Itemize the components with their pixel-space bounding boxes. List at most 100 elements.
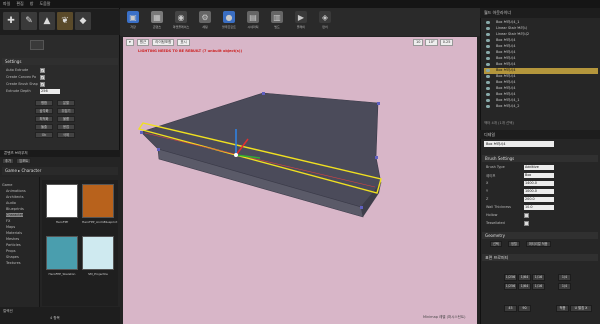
settings-header[interactable]: Settings	[2, 58, 118, 65]
vertex[interactable]	[157, 148, 160, 151]
menu-file[interactable]: 파일	[3, 1, 10, 7]
visibility-icon[interactable]	[486, 57, 490, 60]
delete-button[interactable]: 삭제	[57, 132, 75, 138]
visibility-icon[interactable]	[486, 63, 490, 66]
wall-thickness-input[interactable]: 10.0	[524, 204, 554, 210]
place-mode-icon[interactable]: ✚	[3, 12, 19, 30]
visibility-icon[interactable]	[486, 39, 490, 42]
marketplace-button[interactable]: ◉ 마켓플레이스	[171, 11, 191, 29]
vertex[interactable]	[360, 206, 363, 209]
content-browser-tab[interactable]: 콘텐츠 브라우저	[0, 150, 120, 157]
gizmo-center[interactable]	[234, 153, 238, 157]
apply-material-button[interactable]: 머티리얼 적용	[526, 241, 551, 247]
visibility-icon[interactable]	[486, 69, 490, 72]
tree-item[interactable]: Animations	[6, 189, 26, 193]
tree-item[interactable]: Meshes	[6, 237, 19, 241]
pan-v-cell[interactable]: 1/64	[518, 283, 531, 290]
outliner-row[interactable]: Box 브러시4_2	[484, 104, 598, 110]
tree-item[interactable]: Architects	[6, 195, 24, 199]
asset-tile[interactable]: SM_Projectile	[82, 236, 114, 286]
merge-button[interactable]: 병합	[35, 100, 53, 106]
geometry-mode-icon[interactable]: ◆	[75, 12, 91, 30]
outliner-row[interactable]: Box 브러시4_1	[484, 20, 598, 26]
menu-edit[interactable]: 편집	[16, 1, 23, 7]
outliner-row[interactable]: Box 브러시4	[484, 44, 598, 50]
extrude-depth-input[interactable]: 256	[40, 88, 60, 94]
settings-button[interactable]: ⚙ 세팅	[195, 11, 215, 29]
tree-item[interactable]: Maps	[6, 225, 15, 229]
tree-item[interactable]: Shapes	[6, 255, 19, 259]
weld-button[interactable]: 용접	[57, 124, 75, 130]
tree-item[interactable]: FX	[6, 219, 10, 223]
add-new-button[interactable]: 추가	[2, 158, 15, 164]
build-button[interactable]: ▥ 빌드	[267, 11, 287, 29]
outliner-row[interactable]: Linear Stair 브러시	[484, 26, 598, 32]
visibility-icon[interactable]	[486, 75, 490, 78]
launch-button[interactable]: ◈ 런치	[315, 11, 335, 29]
apply-button[interactable]: 적용	[556, 305, 569, 312]
geometry-tool-icon[interactable]	[30, 40, 44, 50]
extrude-button[interactable]: 돌출	[35, 124, 53, 130]
auto-extrude-checkbox[interactable]: ✓	[40, 67, 45, 73]
outliner-row[interactable]: Box 브러시4	[484, 50, 598, 56]
vertex[interactable]	[140, 131, 143, 134]
x-input[interactable]: 1400.0	[524, 180, 554, 186]
asset-tile[interactable]: HeroFPP_Skeleton	[46, 236, 78, 286]
y-input[interactable]: 1000.0	[524, 188, 554, 194]
asset-tile[interactable]: HeroFPP_AnimBlueprint	[82, 184, 117, 234]
outliner-row[interactable]: Box 브러시4	[484, 38, 598, 44]
outliner-row-selected[interactable]: Box 브러시4	[484, 68, 598, 74]
landscape-mode-icon[interactable]: ▲	[39, 12, 55, 30]
tree-item[interactable]: Audio	[6, 201, 16, 205]
ok-button[interactable]: Ok	[35, 132, 53, 138]
foliage-mode-icon[interactable]: ❦	[57, 12, 73, 30]
visibility-icon[interactable]	[486, 21, 490, 24]
outliner-row[interactable]: Box 브러시4_1	[484, 98, 598, 104]
pan-u-cell[interactable]: 1/64	[518, 274, 531, 281]
pan-v-cell[interactable]: 1/256	[504, 283, 517, 290]
collection-toggle[interactable]: 컬렉션	[3, 309, 13, 314]
brush-type-select[interactable]: Additive	[524, 164, 554, 170]
import-button[interactable]: 임포트	[16, 158, 32, 164]
brush-geometry[interactable]	[123, 37, 477, 324]
pan-u-cell[interactable]: 1/256	[504, 274, 517, 281]
outliner-row[interactable]: Box 브러시4	[484, 86, 598, 92]
tree-item[interactable]: Textures	[6, 261, 21, 265]
pan-u-cell[interactable]: 1/16	[532, 274, 545, 281]
level-viewport[interactable]: ▾ 원근 라이팅포함 표시 10 10° 0.25 LIGHTING NEEDS…	[123, 37, 477, 324]
visibility-icon[interactable]	[486, 45, 490, 48]
vertex[interactable]	[377, 102, 380, 105]
menu-help[interactable]: 도움말	[39, 1, 50, 7]
visibility-icon[interactable]	[486, 93, 490, 96]
select-button[interactable]: 선택	[490, 241, 502, 247]
flip-button[interactable]: 뒤집기	[57, 108, 75, 114]
tree-item[interactable]: Blueprints	[6, 207, 24, 211]
create-convex-checkbox[interactable]: ✓	[40, 74, 45, 80]
geometry-section[interactable]: Geometry	[482, 232, 598, 239]
create-brush-checkbox[interactable]: ✓	[40, 81, 45, 87]
content-button[interactable]: ▦ 콘텐츠	[147, 11, 167, 29]
vertex[interactable]	[262, 92, 265, 95]
brush-settings-section[interactable]: Brush Settings	[482, 155, 598, 162]
tree-item[interactable]: Props	[6, 249, 16, 253]
blueprint-button[interactable]: ● 블루프린트	[219, 11, 239, 29]
flip-u-button[interactable]: U 펼침 X	[570, 305, 592, 312]
z-input[interactable]: 200.0	[524, 196, 554, 202]
shape-select[interactable]: Box	[524, 172, 554, 178]
breadcrumb[interactable]: Game ▸ Character	[2, 167, 118, 175]
pan-v-cell[interactable]: 1/4	[558, 283, 571, 290]
visibility-icon[interactable]	[486, 99, 490, 102]
tessellated-checkbox[interactable]	[524, 220, 529, 226]
rotate-90-button[interactable]: 90	[518, 305, 531, 312]
vertex[interactable]	[375, 156, 378, 159]
visibility-icon[interactable]	[486, 87, 490, 90]
tree-item-selected[interactable]: Character	[6, 213, 24, 217]
box-brush-top[interactable]	[140, 92, 382, 208]
surface-properties-section[interactable]: 표면 프로퍼티	[482, 254, 598, 261]
outliner-row[interactable]: Box 브러시4	[484, 62, 598, 68]
tree-item[interactable]: Particles	[6, 243, 21, 247]
outliner-header[interactable]: 월드 아웃라이너	[480, 8, 600, 18]
hollow-checkbox[interactable]	[524, 212, 529, 218]
outliner-row[interactable]: Linear Stair 브러시2	[484, 32, 598, 38]
visibility-icon[interactable]	[486, 33, 490, 36]
